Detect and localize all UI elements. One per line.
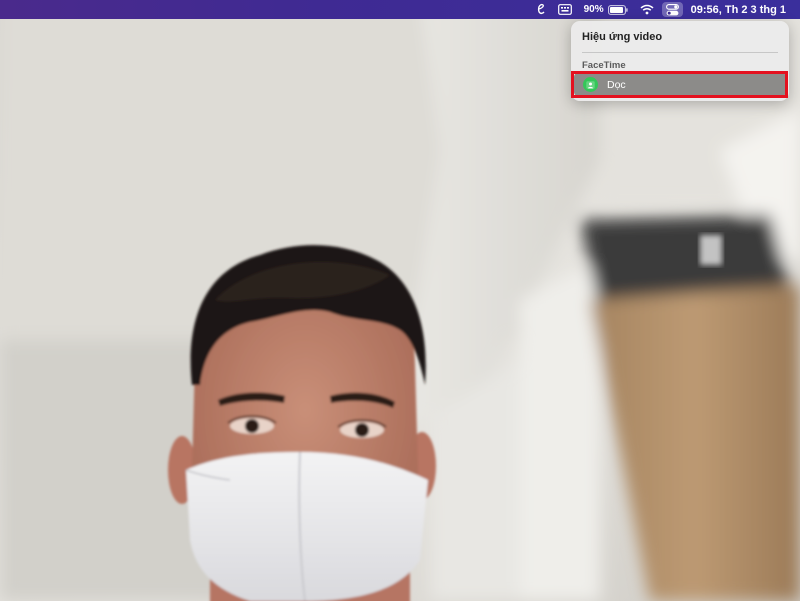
battery-status[interactable]: 90% bbox=[584, 0, 628, 19]
menu-bar: 90% 09:56, Th 2 3 thg 1 bbox=[0, 0, 800, 19]
wifi-icon[interactable] bbox=[640, 0, 654, 19]
menu-bar-clock[interactable]: 09:56, Th 2 3 thg 1 bbox=[691, 0, 786, 19]
panel-divider bbox=[582, 52, 778, 53]
video-effects-panel: Hiệu ứng video FaceTime Dọc bbox=[571, 21, 789, 101]
screen: 90% 09:56, Th 2 3 thg 1 Hiệu ứng video F… bbox=[0, 0, 800, 601]
keyboard-input-icon[interactable] bbox=[557, 0, 572, 19]
battery-icon bbox=[607, 4, 628, 15]
control-center-icon[interactable] bbox=[661, 2, 683, 17]
portrait-person-icon bbox=[583, 77, 598, 92]
panel-title: Hiệu ứng video bbox=[582, 31, 663, 43]
script-e-icon[interactable] bbox=[536, 0, 546, 19]
portrait-mode-toggle[interactable]: Dọc bbox=[574, 73, 786, 96]
panel-section-label: FaceTime bbox=[582, 60, 626, 71]
battery-percent: 90% bbox=[583, 4, 604, 15]
portrait-mode-label: Dọc bbox=[607, 78, 626, 91]
